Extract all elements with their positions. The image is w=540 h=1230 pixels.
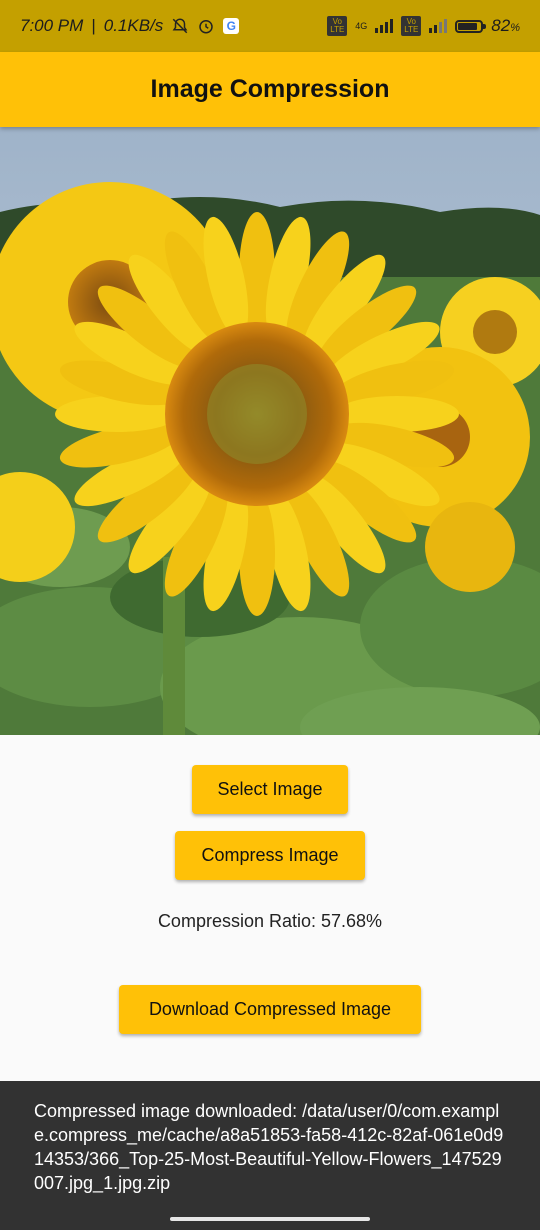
signal-icon [375, 19, 394, 33]
compress-image-button[interactable]: Compress Image [175, 831, 365, 880]
battery-level: 82% [491, 16, 520, 35]
status-speed: 0.1KB/s [103, 16, 164, 35]
compress-image-label: Compress Image [201, 845, 339, 865]
google-icon: G [223, 18, 240, 34]
status-left: 7:00 PM | 0.1KB/s G [20, 16, 240, 36]
status-right: Vo LTE 4G Vo LTE 82% [327, 16, 520, 36]
mute-bell-icon [172, 18, 188, 34]
page-title: Image Compression [150, 75, 390, 103]
select-image-button[interactable]: Select Image [192, 765, 348, 814]
status-bar: 7:00 PM | 0.1KB/s G Vo LTE 4G Vo LTE 82% [0, 0, 540, 52]
battery-icon [455, 19, 487, 33]
volte-icon: Vo LTE [327, 16, 348, 36]
select-image-label: Select Image [217, 779, 323, 799]
download-compressed-image-button[interactable]: Download Compressed Image [119, 985, 421, 1034]
volte-icon-2: Vo LTE [401, 16, 422, 36]
compression-ratio-text: Compression Ratio: 57.68% [157, 911, 383, 931]
download-compressed-image-label: Download Compressed Image [148, 999, 392, 1019]
snackbar-message: Compressed image downloaded: /data/user/… [34, 1101, 504, 1193]
network-type: 4G [355, 21, 368, 31]
app-bar: Image Compression [0, 52, 540, 127]
status-time: 7:00 PM [20, 16, 84, 35]
home-indicator[interactable] [170, 1217, 370, 1221]
snackbar: Compressed image downloaded: /data/user/… [0, 1081, 540, 1230]
status-divider: | [91, 16, 96, 35]
alarm-icon [199, 20, 214, 34]
signal-icon-2 [429, 19, 448, 33]
sunflower-photo [0, 127, 540, 735]
